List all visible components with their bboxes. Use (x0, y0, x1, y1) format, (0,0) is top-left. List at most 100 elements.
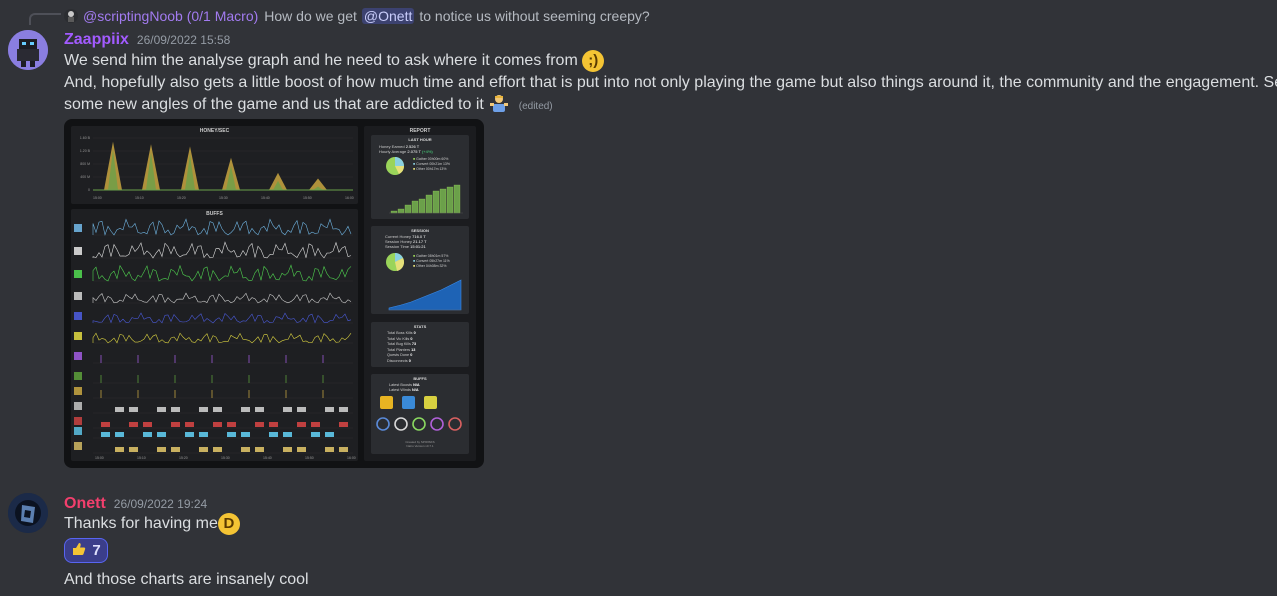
latest-boosts-value: N/A (413, 383, 420, 387)
credits-line2: Natro Version v0.7.1 (406, 444, 434, 448)
last-hour-bar (404, 204, 412, 214)
honey-sec-chart (93, 137, 353, 191)
session-area-chart (388, 279, 462, 311)
thumbs-up-icon (71, 541, 87, 561)
reaction-thumbs-up[interactable]: 7 (64, 538, 108, 563)
last-hour-panel: LAST HOUR Honey Earned 2.526 T Hourly Av… (371, 135, 469, 219)
buff-row-icon (74, 292, 82, 300)
analysis-graph-attachment[interactable]: HONEY/SEC 1.60 B 1.20 B 800 M 400 M0 15:00 1… (64, 119, 484, 468)
legend-gather: Gather (416, 157, 427, 161)
stats-list: Total Boss Kills 0 Total Vic Kills 0 Tot… (387, 331, 416, 364)
latest-boosts-label: Latest Boosts (389, 383, 413, 387)
session-time-label: Session Time (385, 244, 410, 249)
session-panel: SESSION Current Honey 716.0 T Session Ho… (371, 226, 469, 314)
username-onett[interactable]: Onett (64, 495, 106, 513)
last-hour-pie (386, 157, 404, 175)
latest-winds-value: N/A (412, 388, 419, 392)
legend-other: Other (416, 167, 425, 171)
buff-block (101, 422, 110, 427)
x-tick-label: 15:10 (135, 196, 144, 200)
reply-mention[interactable]: @Onett (361, 8, 415, 24)
stat-label: Disconnects (387, 358, 408, 363)
buff-rings (376, 417, 462, 431)
buff-block (129, 447, 138, 452)
hourly-average-label: Hourly Average (379, 149, 407, 154)
buff-block (199, 447, 208, 452)
message1-text3: some new angles of the game and us that … (64, 96, 484, 114)
buff-block (339, 407, 348, 412)
buff-block (227, 422, 236, 427)
shrug-emoji-icon[interactable] (488, 94, 510, 116)
credits: Created by SP/RISKS Natro Version v0.7.1 (371, 440, 469, 448)
buff-series (92, 218, 352, 236)
message1-header: Zaappiix 26/09/2022 15:58 (64, 31, 230, 49)
buff-block (213, 407, 222, 412)
buffs-x-tick-label: 15:00 (95, 456, 104, 460)
buff-block (297, 422, 306, 427)
avatar-zaappiix[interactable] (8, 30, 48, 70)
buff-block (339, 422, 348, 427)
buff-block (255, 407, 264, 412)
stat-value: 0 (413, 331, 416, 335)
wink-emoji-icon[interactable]: ;) (582, 50, 605, 72)
buffs-x-tick-label: 15:50 (305, 456, 314, 460)
buff-row-icon (74, 270, 82, 278)
username-zaappiix[interactable]: Zaappiix (64, 31, 129, 49)
y-tick-label: 800 M (80, 162, 90, 166)
buff-block (297, 447, 306, 452)
buff-block (157, 432, 166, 437)
last-hour-bar (453, 184, 461, 214)
x-tick-label: 15:00 (93, 196, 102, 200)
buff-block (241, 447, 250, 452)
x-tick-label: 16:00 (345, 196, 354, 200)
honey-sec-title: HONEY/SEC (199, 128, 230, 134)
timestamp[interactable]: 26/09/2022 15:58 (137, 33, 230, 47)
last-hour-bar (432, 190, 440, 214)
buff-block (297, 407, 306, 412)
buff-row-icon (74, 417, 82, 425)
message2-header: Onett 26/09/2022 19:24 (64, 495, 207, 513)
avatar-onett[interactable] (8, 493, 48, 533)
session-values: Current Honey 716.0 T Session Honey 21.1… (385, 234, 427, 249)
timestamp[interactable]: 26/09/2022 19:24 (114, 497, 207, 511)
session-legend-convert-val: 05h27m 11% (429, 259, 450, 263)
last-hour-title: LAST HOUR (408, 137, 432, 142)
buff-row-icon (74, 427, 82, 435)
stats-panel: STATS Total Boss Kills 0 Total Vic Kills… (371, 322, 469, 367)
y-tick-label: 1.20 B (79, 149, 90, 153)
reply-username[interactable]: @scriptingNoob (0/1 Macro) (83, 8, 258, 24)
buff-block (311, 432, 320, 437)
buff-block (241, 432, 250, 437)
session-legend-convert: Convert (416, 259, 429, 263)
x-tick-label: 15:30 (219, 196, 228, 200)
grin-emoji-icon[interactable]: D (217, 513, 240, 535)
legend-gather-val: 00h00m 60% (427, 157, 449, 161)
last-hour-bar (397, 208, 405, 214)
buff-block (213, 447, 222, 452)
stat-value: 0 (408, 358, 411, 363)
buff-row-icon (74, 372, 82, 380)
buff-block (157, 447, 166, 452)
buff-block (269, 432, 278, 437)
stat-value: 0 (410, 353, 413, 357)
last-hour-bar (411, 200, 419, 214)
session-time-value: 15:01:21 (410, 244, 426, 249)
buff-block (325, 447, 334, 452)
buff-icon (424, 396, 437, 409)
last-hour-legend: ■ Gather 00h00m 60% ■ Convert 00h21m 13%… (413, 157, 450, 171)
reply-preview[interactable]: @scriptingNoob (0/1 Macro) How do we get… (64, 7, 650, 25)
last-hour-bar (425, 194, 433, 214)
buff-block (129, 407, 138, 412)
buff-block (311, 422, 320, 427)
buff-block (227, 432, 236, 437)
stat-label: Total Planters (387, 347, 411, 352)
buffs-info-title: BUFFS (413, 376, 427, 381)
report-panel: REPORT LAST HOUR Honey Earned 2.526 T Ho… (364, 126, 476, 461)
reply-avatar[interactable] (64, 9, 78, 23)
buff-block (325, 432, 334, 437)
last-hour-bar-chart (389, 184, 463, 214)
buff-block (185, 432, 194, 437)
buff-block (115, 447, 124, 452)
stat-label: Total Boss Kills (387, 331, 413, 335)
buff-block (283, 447, 292, 452)
